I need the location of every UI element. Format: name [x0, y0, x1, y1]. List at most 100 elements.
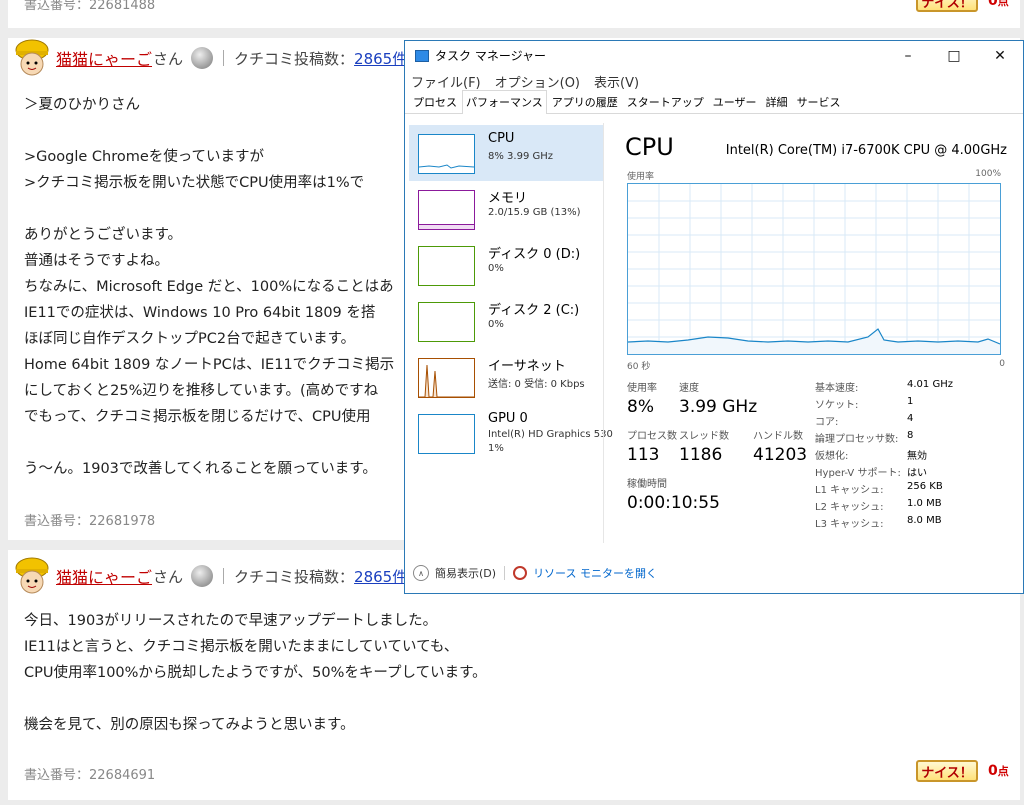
- post-id: 書込番号：22684691: [24, 768, 156, 783]
- sidebar-label: CPU: [488, 131, 515, 146]
- pane-divider: [603, 123, 604, 543]
- divider: [504, 566, 506, 580]
- nice-count: 0点: [988, 763, 1009, 779]
- post-line: にしておくと25%辺りを推移しています。(高めですね: [24, 383, 379, 399]
- author-name[interactable]: 猫猫にゃーご: [56, 564, 152, 588]
- post-line: >クチコミ掲示板を開いた状態でCPU使用率は1%で: [24, 175, 365, 191]
- tab-bar: プロセス パフォーマンス アプリの履歴 スタートアップ ユーザー 詳細 サービス: [405, 90, 1023, 114]
- sidebar-item-disk0[interactable]: ディスク 0 (D:) 0%: [409, 237, 603, 293]
- spec-value: 8: [907, 430, 914, 441]
- sidebar-sub: 0%: [488, 319, 504, 330]
- uptime-value: 0:00:10:55: [627, 493, 720, 513]
- cpu-model: Intel(R) Core(TM) i7-6700K CPU @ 4.00GHz: [725, 143, 1007, 158]
- process-count: 113: [627, 445, 660, 465]
- memory-thumbnail: [418, 190, 475, 230]
- post-line: CPU使用率100%から脱却したようですが、50%をキープしています。: [24, 665, 487, 681]
- chevron-up-icon[interactable]: ∧: [413, 565, 429, 581]
- usage-value: 8%: [627, 397, 654, 417]
- tab-details[interactable]: 詳細: [762, 90, 792, 113]
- post-line: ＞夏のひかりさん: [24, 97, 140, 113]
- spec-label: L1 キャッシュ:: [815, 485, 884, 496]
- page-title: CPU: [625, 133, 674, 161]
- sidebar-item-ethernet[interactable]: イーサネット 送信: 0 受信: 0 Kbps: [409, 349, 603, 405]
- sidebar-sub: Intel(R) HD Graphics 530: [488, 429, 613, 440]
- footer: ∧ 簡易表示(D) リソース モニターを開く: [405, 553, 1023, 593]
- resource-sidebar: CPU 8% 3.99 GHz メモリ 2.0/15.9 GB (13%) ディ…: [409, 123, 613, 543]
- post-line: [24, 430, 394, 456]
- uptime-label: 稼働時間: [627, 479, 667, 490]
- tab-startup[interactable]: スタートアップ: [623, 90, 708, 113]
- graph-label: 使用率: [627, 172, 655, 182]
- close-button[interactable]: ✕: [977, 41, 1023, 70]
- post-count-link[interactable]: 2865件: [354, 566, 407, 587]
- open-resource-monitor-link[interactable]: リソース モニターを開く: [533, 565, 657, 581]
- spec-label: コア:: [815, 417, 839, 428]
- menu-options[interactable]: オプション(O): [495, 72, 580, 91]
- post-1-header: 猫猫にゃーご さん クチコミ投稿数： 2865件: [12, 39, 407, 76]
- task-manager-icon: [415, 49, 429, 62]
- post-count-label: クチコミ投稿数：: [234, 49, 355, 68]
- resource-monitor-icon: [513, 566, 528, 580]
- sidebar-sub: 0%: [488, 263, 504, 274]
- spec-value: 256 KB: [907, 481, 943, 492]
- divider: [223, 568, 225, 584]
- handle-count-label: ハンドル数: [753, 431, 803, 442]
- maximize-button[interactable]: □: [931, 41, 977, 70]
- sidebar-sub: 8% 3.99 GHz: [488, 151, 554, 162]
- spec-label: Hyper-V サポート:: [815, 468, 901, 479]
- sidebar-label: メモリ: [488, 191, 528, 206]
- post-line: ほぼ同じ自作デスクトップPC2台で起きています。: [24, 331, 356, 347]
- spec-value: はい: [907, 468, 927, 479]
- tab-services[interactable]: サービス: [793, 90, 845, 113]
- author-suffix: さん: [153, 49, 184, 68]
- spec-value: 無効: [907, 451, 927, 462]
- sidebar-sub: 送信: 0 受信: 0 Kbps: [488, 379, 585, 390]
- post-top-remnant: 書込番号：22681488 ナイス！ 0点: [8, 0, 1020, 28]
- post-id: 書込番号：22681488: [24, 0, 156, 13]
- post-count-link[interactable]: 2865件: [354, 48, 407, 69]
- minimize-button[interactable]: –: [885, 41, 931, 70]
- post-id: 書込番号：22681978: [24, 514, 156, 529]
- graph-max: 100%: [975, 169, 1001, 179]
- nice-button[interactable]: ナイス！: [916, 0, 978, 12]
- graph-right-label: 0: [999, 359, 1005, 369]
- post-count-label: クチコミ投稿数：: [234, 567, 355, 586]
- gpu-thumbnail: [418, 414, 475, 454]
- post-line: [24, 196, 394, 222]
- spec-label: ソケット:: [815, 400, 859, 411]
- disk-thumbnail: [418, 246, 475, 286]
- sidebar-label: ディスク 2 (C:): [488, 303, 580, 318]
- tab-processes[interactable]: プロセス: [409, 90, 461, 113]
- menu-view[interactable]: 表示(V): [594, 72, 639, 91]
- sidebar-label: ディスク 0 (D:): [488, 247, 581, 262]
- post-line: 機会を見て、別の原因も探ってみようと思います。: [24, 717, 355, 733]
- nice-button[interactable]: ナイス！: [916, 760, 978, 782]
- tab-performance[interactable]: パフォーマンス: [462, 90, 547, 114]
- author-suffix: さん: [153, 567, 184, 586]
- medal-icon: [191, 47, 214, 69]
- post-line: Home 64bit 1809 なノートPCは、IE11でクチコミ掲示: [24, 357, 395, 373]
- avatar: [12, 38, 52, 78]
- thread-count-label: スレッド数: [679, 431, 729, 442]
- simple-view-button[interactable]: 簡易表示(D): [435, 565, 496, 581]
- title-bar[interactable]: タスク マネージャー – □ ✕: [405, 41, 1023, 70]
- menu-file[interactable]: ファイル(F): [411, 72, 481, 91]
- post-line: [24, 686, 487, 712]
- post-line: 今日、1903がリリースされたので早速アップデートしました。: [24, 613, 438, 629]
- ethernet-thumbnail: [418, 358, 475, 398]
- medal-icon: [191, 565, 214, 587]
- sidebar-label: イーサネット: [488, 359, 566, 374]
- thread-count: 1186: [679, 445, 723, 465]
- tab-users[interactable]: ユーザー: [709, 90, 761, 113]
- window-title: タスク マネージャー: [435, 49, 546, 63]
- sidebar-item-gpu[interactable]: GPU 0 Intel(R) HD Graphics 530 1%: [409, 405, 613, 461]
- spec-value: 1.0 MB: [907, 498, 942, 509]
- disk-thumbnail: [418, 302, 475, 342]
- task-manager-window: タスク マネージャー – □ ✕ ファイル(F) オプション(O) 表示(V) …: [404, 40, 1024, 594]
- author-name[interactable]: 猫猫にゃーご: [56, 46, 152, 70]
- tab-app-history[interactable]: アプリの履歴: [548, 90, 622, 113]
- sidebar-sub: 1%: [488, 443, 504, 454]
- sidebar-item-disk2[interactable]: ディスク 2 (C:) 0%: [409, 293, 603, 349]
- sidebar-item-cpu[interactable]: CPU 8% 3.99 GHz: [409, 125, 603, 181]
- sidebar-item-memory[interactable]: メモリ 2.0/15.9 GB (13%): [409, 181, 603, 237]
